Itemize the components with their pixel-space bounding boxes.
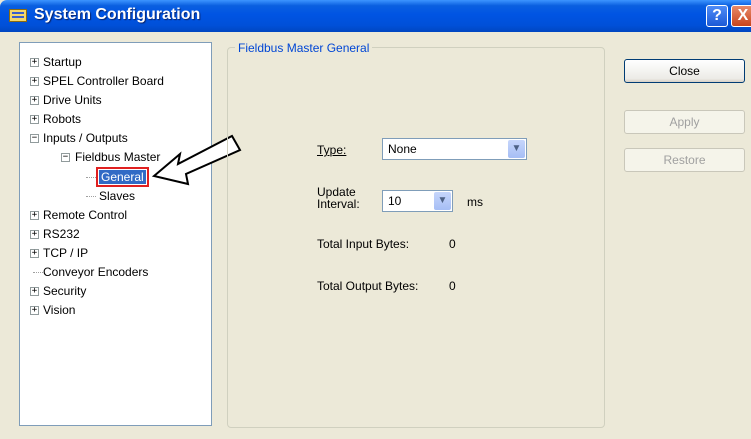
expand-icon[interactable]: + <box>30 96 39 105</box>
expand-icon[interactable]: + <box>30 211 39 220</box>
tree-connector <box>86 177 96 178</box>
expand-icon[interactable]: + <box>30 306 39 315</box>
tree-item-tcp-ip[interactable]: TCP / IP <box>43 246 88 260</box>
tree-connector <box>86 196 96 197</box>
chevron-down-icon[interactable]: ▼ <box>434 192 451 210</box>
input-bytes-value: 0 <box>449 237 456 251</box>
update-interval-label: Update Interval: <box>317 186 360 210</box>
chevron-down-icon[interactable]: ▼ <box>508 140 525 158</box>
tree-item-drive-units[interactable]: Drive Units <box>43 93 102 107</box>
output-bytes-value: 0 <box>449 279 456 293</box>
help-button[interactable]: ? <box>706 5 728 27</box>
input-bytes-label: Total Input Bytes: <box>317 237 410 251</box>
expand-icon[interactable]: + <box>30 230 39 239</box>
close-button[interactable]: Close <box>624 59 745 83</box>
tree-item-spel-controller-board[interactable]: SPEL Controller Board <box>43 74 164 88</box>
tree-connector <box>33 272 43 273</box>
expand-icon[interactable]: + <box>30 115 39 124</box>
fieldbus-group-box <box>227 47 605 428</box>
app-icon <box>9 9 27 22</box>
type-select[interactable]: None ▼ <box>382 138 527 160</box>
apply-button[interactable]: Apply <box>624 110 745 134</box>
group-legend: Fieldbus Master General <box>235 41 373 55</box>
output-bytes-label: Total Output Bytes: <box>317 279 419 293</box>
update-label-line2: Interval: <box>317 197 360 211</box>
expand-icon[interactable]: + <box>30 287 39 296</box>
expand-icon[interactable]: + <box>30 249 39 258</box>
type-select-value: None <box>388 142 417 156</box>
tree-item-security[interactable]: Security <box>43 284 86 298</box>
window-title: System Configuration <box>34 6 201 23</box>
collapse-icon[interactable]: − <box>61 153 70 162</box>
collapse-icon[interactable]: − <box>30 134 39 143</box>
restore-button[interactable]: Restore <box>624 148 745 172</box>
title-bar[interactable]: System Configuration ? X <box>0 0 751 32</box>
tree-item-conveyor-encoders[interactable]: Conveyor Encoders <box>43 265 148 279</box>
type-label: Type: <box>317 143 347 157</box>
expand-icon[interactable]: + <box>30 58 39 67</box>
tree-item-inputs-outputs[interactable]: Inputs / Outputs <box>43 131 128 145</box>
tree-item-general[interactable]: General <box>96 167 149 187</box>
expand-icon[interactable]: + <box>30 77 39 86</box>
update-unit: ms <box>467 195 483 209</box>
tree-item-slaves[interactable]: Slaves <box>99 189 135 203</box>
tree-item-remote-control[interactable]: Remote Control <box>43 208 127 222</box>
update-interval-value: 10 <box>388 194 402 208</box>
tree-item-rs232[interactable]: RS232 <box>43 227 80 241</box>
tree-item-fieldbus-master[interactable]: Fieldbus Master <box>75 150 160 164</box>
update-interval-select[interactable]: 10 ▼ <box>382 190 453 212</box>
tree-item-robots[interactable]: Robots <box>43 112 81 126</box>
window-close-button[interactable]: X <box>731 5 751 27</box>
tree-item-startup[interactable]: Startup <box>43 55 82 69</box>
system-configuration-window: System Configuration ? X + Startup + SPE… <box>0 0 751 439</box>
tree-item-vision[interactable]: Vision <box>43 303 75 317</box>
